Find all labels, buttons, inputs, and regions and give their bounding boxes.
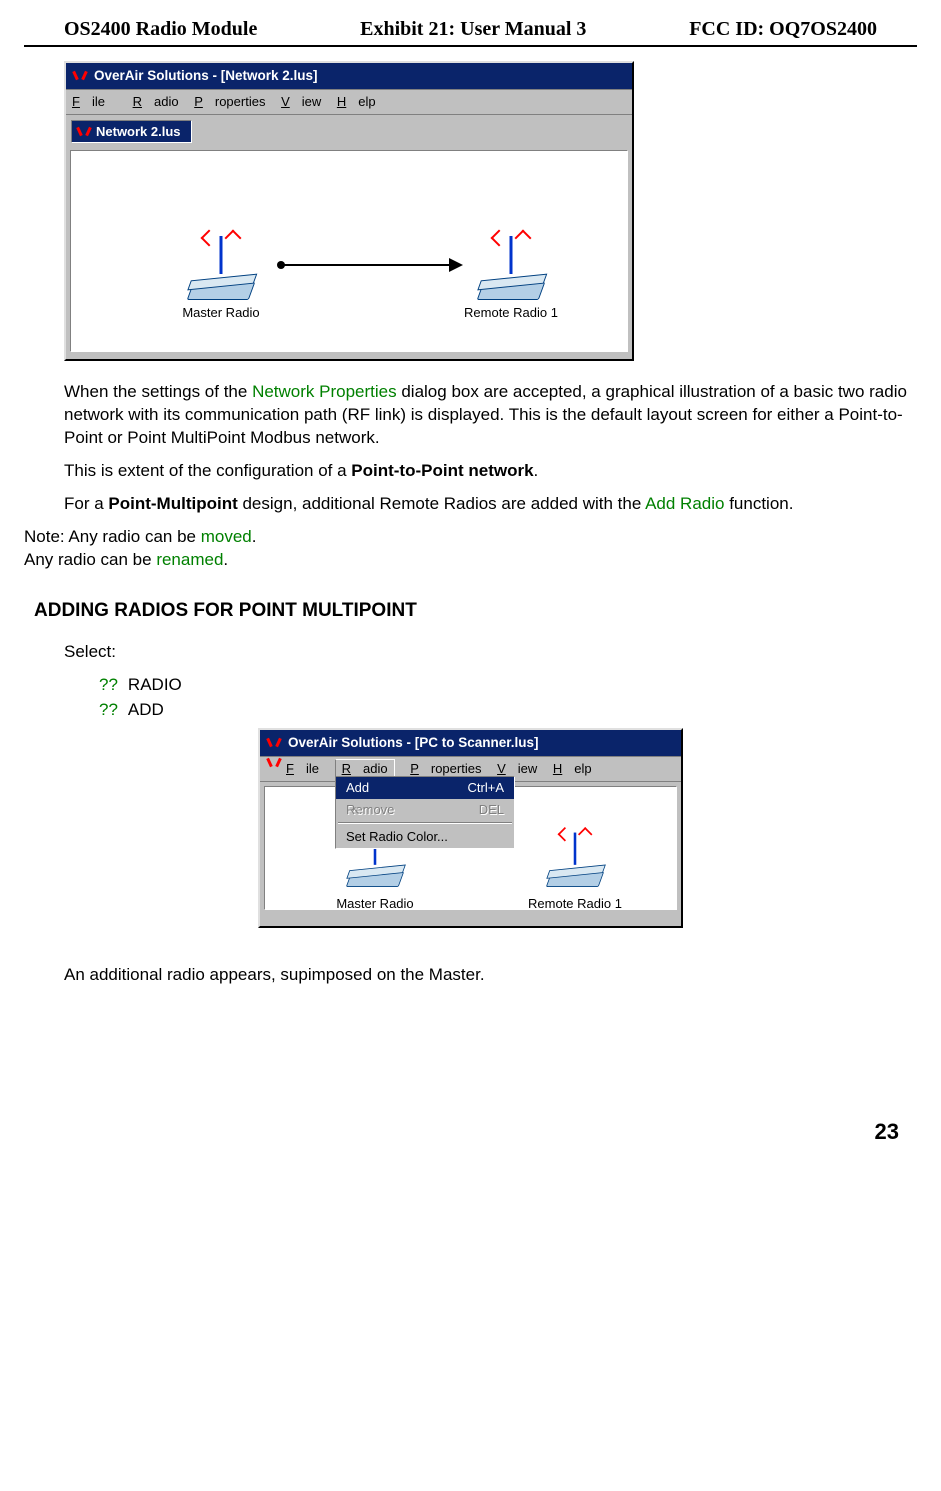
- note-block: Note: Any radio can be moved. Any radio …: [24, 526, 907, 572]
- header-right: FCC ID: OQ7OS2400: [689, 16, 877, 43]
- link-network-properties[interactable]: Network Properties: [252, 382, 397, 401]
- select-label: Select:: [64, 641, 907, 664]
- remote-radio-label: Remote Radio 1: [441, 304, 581, 322]
- dropdown-add[interactable]: Add Ctrl+A: [336, 777, 514, 799]
- menu-radio[interactable]: Radio: [133, 94, 179, 109]
- network-canvas: Master Radio Remote Radio 1: [70, 150, 628, 352]
- menu-file[interactable]: File: [72, 94, 117, 109]
- app-window-network: OverAir Solutions - [Network 2.lus] File…: [64, 61, 634, 361]
- remote-radio-label: Remote Radio 1: [505, 895, 645, 913]
- document-tab[interactable]: Network 2.lus: [71, 120, 192, 144]
- header-center: Exhibit 21: User Manual 3: [360, 16, 586, 43]
- app-window-menu: OverAir Solutions - [PC to Scanner.lus] …: [258, 728, 683, 928]
- paragraph-ptp: This is extent of the configuration of a…: [64, 460, 907, 483]
- rf-link-arrow-icon: [449, 258, 463, 272]
- rf-link-line: [283, 264, 451, 266]
- window-title: OverAir Solutions - [Network 2.lus]: [94, 67, 318, 85]
- app-icon: [266, 735, 282, 751]
- master-radio-label: Master Radio: [305, 895, 445, 913]
- menu-help[interactable]: Help: [553, 761, 592, 776]
- app-icon: [76, 124, 92, 140]
- master-radio-label: Master Radio: [151, 304, 291, 322]
- app-icon: [266, 755, 282, 771]
- bullet-icon: ??: [99, 675, 118, 694]
- menu-help[interactable]: Help: [337, 94, 376, 109]
- bullet-icon: ??: [99, 700, 118, 719]
- dropdown-remove: Re↖move DEL: [336, 799, 514, 821]
- page-number: 23: [34, 1117, 907, 1147]
- link-moved[interactable]: moved: [201, 527, 252, 546]
- menu-properties[interactable]: Properties: [410, 761, 481, 776]
- select-list: ??RADIO ??ADD: [99, 674, 907, 722]
- menubar: File Radio Properties View Help: [66, 90, 632, 115]
- menu-file[interactable]: File: [286, 761, 319, 776]
- radio-dropdown: Add Ctrl+A Re↖move DEL Set Radio Color..…: [335, 776, 515, 849]
- closing-paragraph: An additional radio appears, supimposed …: [64, 964, 907, 987]
- paragraph-pmp: For a Point-Multipoint design, additiona…: [64, 493, 907, 516]
- section-heading: ADDING RADIOS FOR POINT MULTIPOINT: [34, 598, 907, 624]
- header-left: OS2400 Radio Module: [64, 16, 257, 43]
- menu-view[interactable]: View: [497, 761, 537, 776]
- titlebar: OverAir Solutions - [PC to Scanner.lus]: [260, 730, 681, 757]
- menu-view[interactable]: View: [281, 94, 321, 109]
- master-radio[interactable]: Master Radio: [151, 246, 291, 322]
- remote-radio[interactable]: Remote Radio 1: [505, 837, 645, 913]
- link-renamed[interactable]: renamed: [156, 550, 223, 569]
- link-add-radio[interactable]: Add Radio: [645, 494, 724, 513]
- tab-label: Network 2.lus: [96, 123, 181, 141]
- app-icon: [72, 68, 88, 84]
- menu-properties[interactable]: Properties: [194, 94, 265, 109]
- paragraph-intro: When the settings of the Network Propert…: [64, 381, 907, 450]
- dropdown-set-color[interactable]: Set Radio Color...: [336, 826, 514, 848]
- window-title: OverAir Solutions - [PC to Scanner.lus]: [288, 734, 539, 752]
- titlebar: OverAir Solutions - [Network 2.lus]: [66, 63, 632, 90]
- page-header: OS2400 Radio Module Exhibit 21: User Man…: [24, 16, 917, 47]
